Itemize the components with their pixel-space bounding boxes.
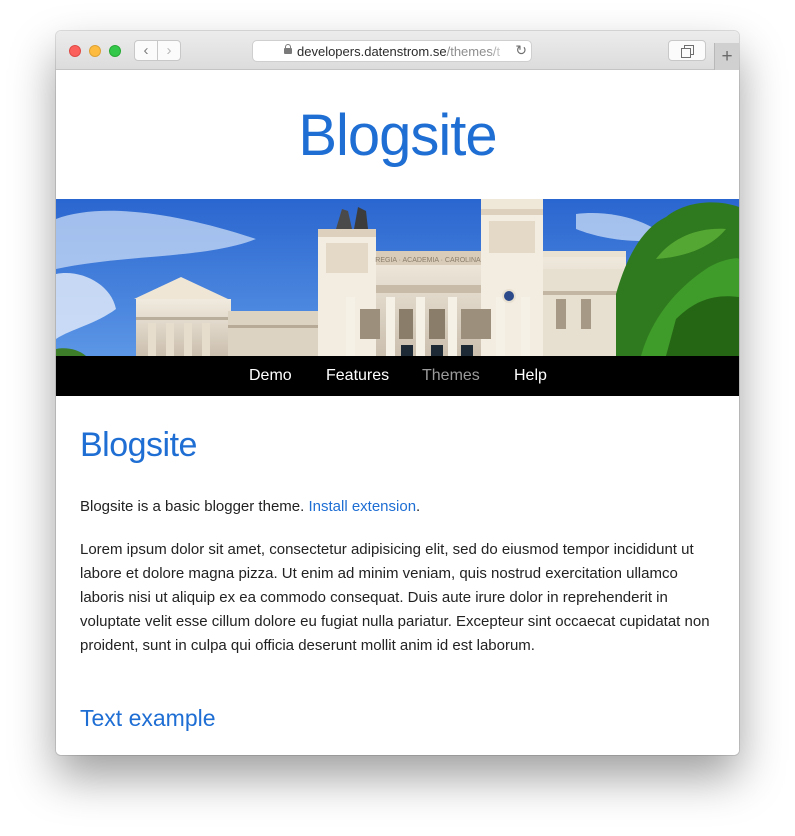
nav-item-features[interactable]: Features xyxy=(326,367,389,385)
nav-item-demo[interactable]: Demo xyxy=(249,367,292,385)
install-extension-link[interactable]: Install extension xyxy=(308,498,416,515)
browser-window: ‹ › developers.datenstrom.se/themes/t ↻ … xyxy=(56,31,739,755)
new-tab-button[interactable]: + xyxy=(714,43,739,70)
intro-end: . xyxy=(416,498,421,515)
page-title: Blogsite xyxy=(80,426,197,464)
university-building-photo: REGIA · ACADEMIA · CAROLINA xyxy=(56,199,739,356)
section-heading: Text example xyxy=(80,705,216,731)
show-tabs-button[interactable] xyxy=(668,40,706,61)
back-button[interactable]: ‹ xyxy=(134,40,158,61)
close-window-button[interactable] xyxy=(69,45,81,57)
chevron-left-icon: ‹ xyxy=(143,42,149,59)
zoom-window-button[interactable] xyxy=(109,45,121,57)
lock-icon xyxy=(284,44,292,54)
browser-toolbar: ‹ › developers.datenstrom.se/themes/t ↻ … xyxy=(56,31,739,70)
nav-item-themes[interactable]: Themes xyxy=(422,367,480,385)
site-title[interactable]: Blogsite xyxy=(56,102,739,169)
body-paragraph: Lorem ipsum dolor sit amet, consectetur … xyxy=(80,541,710,654)
reload-icon[interactable]: ↻ xyxy=(515,42,527,59)
forward-button[interactable]: › xyxy=(157,40,181,61)
url-fade xyxy=(489,41,509,61)
minimize-window-button[interactable] xyxy=(89,45,101,57)
header-image: REGIA · ACADEMIA · CAROLINA xyxy=(56,199,739,356)
inscription-text: REGIA · ACADEMIA · CAROLINA xyxy=(375,257,481,264)
web-page: Blogsite REGIA · ACADEMIA · CAROLINA Dem… xyxy=(56,70,739,755)
url-domain: developers.datenstrom.se xyxy=(297,44,447,59)
intro-paragraph: Blogsite is a basic blogger theme. Insta… xyxy=(80,498,420,515)
main-navigation: Demo Features Themes Help xyxy=(56,356,739,396)
chevron-right-icon: › xyxy=(166,42,172,59)
address-bar[interactable]: developers.datenstrom.se/themes/t ↻ xyxy=(252,40,532,62)
nav-item-help[interactable]: Help xyxy=(514,367,547,385)
address-text: developers.datenstrom.se/themes/t xyxy=(297,44,500,59)
tabs-icon xyxy=(681,48,691,58)
intro-text: Blogsite is a basic blogger theme. xyxy=(80,498,309,515)
